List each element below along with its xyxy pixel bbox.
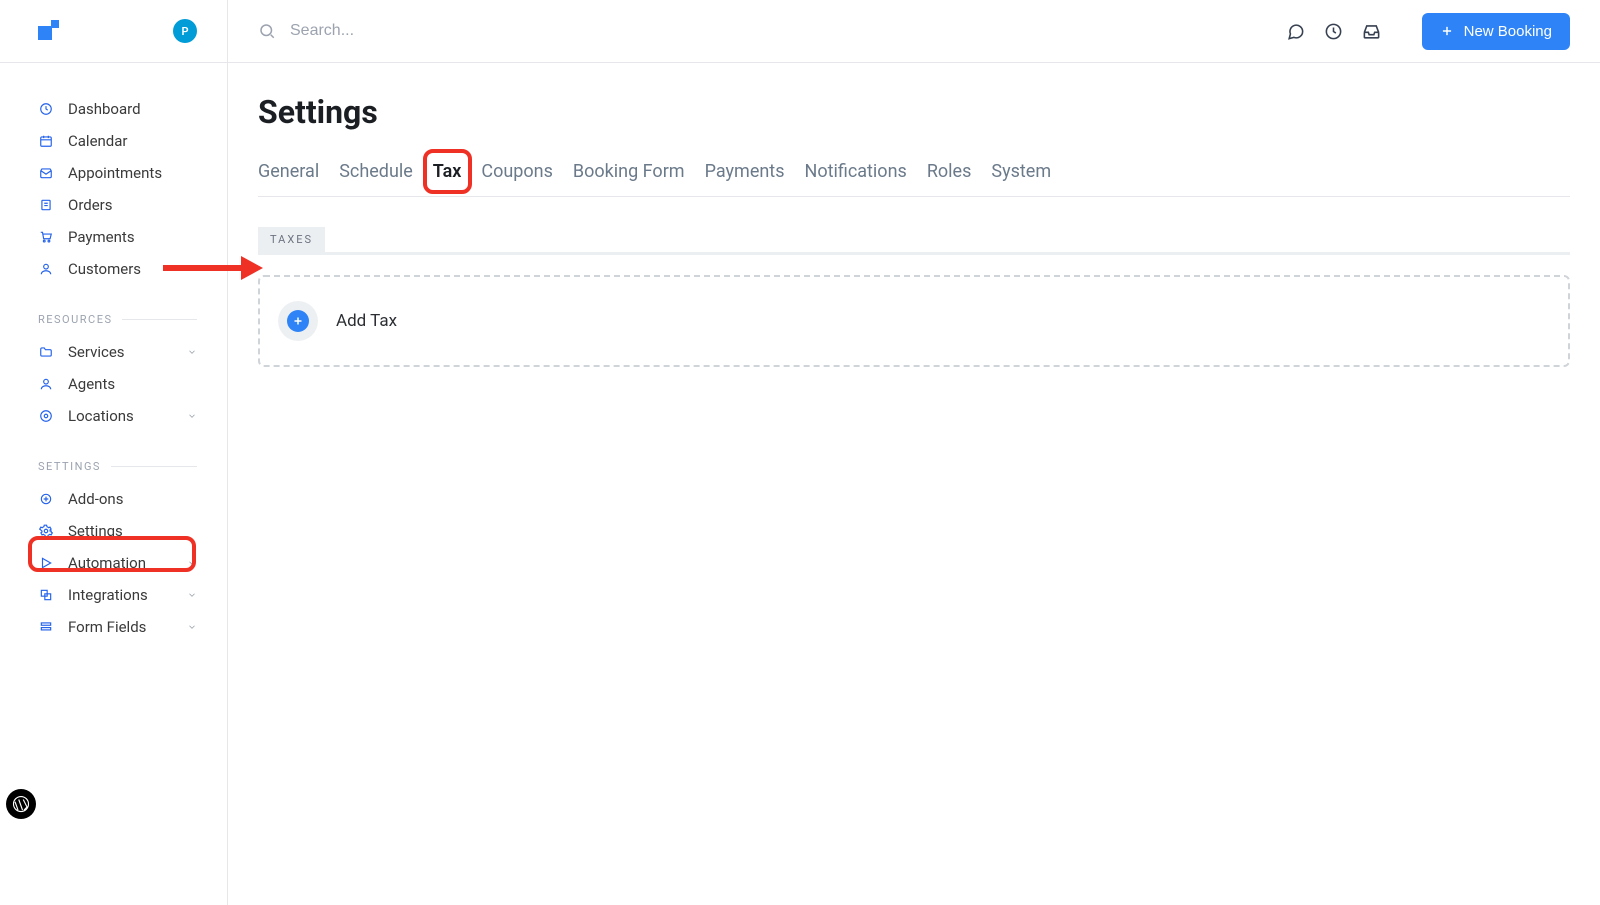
sidebar-nav: Dashboard Calendar Appointments Orders P… bbox=[0, 63, 227, 643]
section-label-taxes: TAXES bbox=[258, 227, 325, 252]
sidebar-label: Integrations bbox=[68, 586, 187, 604]
chat-icon[interactable] bbox=[1286, 21, 1306, 41]
tab-notifications[interactable]: Notifications bbox=[804, 155, 906, 196]
plus-circle-icon bbox=[278, 301, 318, 341]
topbar-icons bbox=[1286, 21, 1382, 41]
sidebar-item-settings[interactable]: Settings bbox=[0, 515, 227, 547]
sidebar-item-payments[interactable]: Payments bbox=[0, 221, 227, 253]
sidebar-group-settings: SETTINGS bbox=[0, 432, 227, 483]
add-tax-button[interactable]: Add Tax bbox=[258, 275, 1570, 367]
sidebar-label: Appointments bbox=[68, 164, 197, 182]
search-icon bbox=[258, 22, 276, 40]
customers-icon bbox=[38, 261, 54, 277]
search-wrap bbox=[258, 22, 1286, 40]
dashboard-icon bbox=[38, 101, 54, 117]
sidebar: P Dashboard Calendar Appointments Orders bbox=[0, 0, 228, 905]
sidebar-label: Settings bbox=[68, 522, 197, 540]
chevron-down-icon bbox=[187, 558, 197, 568]
plus-icon bbox=[1440, 24, 1454, 38]
sidebar-label: Payments bbox=[68, 228, 197, 246]
sidebar-label: Form Fields bbox=[68, 618, 187, 636]
tab-tax[interactable]: Tax bbox=[433, 155, 462, 196]
sidebar-item-addons[interactable]: Add-ons bbox=[0, 483, 227, 515]
settings-tabs: General Schedule Tax Coupons Booking For… bbox=[258, 155, 1570, 197]
sidebar-label: Calendar bbox=[68, 132, 197, 150]
sidebar-item-integrations[interactable]: Integrations bbox=[0, 579, 227, 611]
sidebar-group-resources: RESOURCES bbox=[0, 285, 227, 336]
tab-payments[interactable]: Payments bbox=[705, 155, 785, 196]
location-icon bbox=[38, 408, 54, 424]
sidebar-label: Add-ons bbox=[68, 490, 197, 508]
tab-booking-form[interactable]: Booking Form bbox=[573, 155, 685, 196]
sidebar-label: Orders bbox=[68, 196, 197, 214]
tab-general[interactable]: General bbox=[258, 155, 319, 196]
sidebar-label: Automation bbox=[68, 554, 187, 572]
clock-icon[interactable] bbox=[1324, 21, 1344, 41]
sidebar-item-customers[interactable]: Customers bbox=[0, 253, 227, 285]
sidebar-header: P bbox=[0, 0, 227, 63]
addons-icon bbox=[38, 491, 54, 507]
agent-icon bbox=[38, 376, 54, 392]
folder-icon bbox=[38, 344, 54, 360]
sidebar-label: Services bbox=[68, 343, 187, 361]
topbar: New Booking bbox=[228, 0, 1600, 63]
user-avatar[interactable]: P bbox=[173, 19, 197, 43]
chevron-down-icon bbox=[187, 622, 197, 632]
payments-icon bbox=[38, 229, 54, 245]
section-divider bbox=[258, 252, 1570, 255]
tab-roles[interactable]: Roles bbox=[927, 155, 972, 196]
add-tax-label: Add Tax bbox=[336, 311, 397, 331]
inbox-icon[interactable] bbox=[1362, 21, 1382, 41]
page-title: Settings bbox=[258, 93, 1570, 131]
integrations-icon bbox=[38, 587, 54, 603]
formfields-icon bbox=[38, 619, 54, 635]
sidebar-item-locations[interactable]: Locations bbox=[0, 400, 227, 432]
play-icon bbox=[38, 555, 54, 571]
sidebar-label: Locations bbox=[68, 407, 187, 425]
main: New Booking Settings General Schedule Ta… bbox=[228, 0, 1600, 905]
tab-system[interactable]: System bbox=[991, 155, 1051, 196]
content: Settings General Schedule Tax Coupons Bo… bbox=[228, 63, 1600, 367]
sidebar-item-agents[interactable]: Agents bbox=[0, 368, 227, 400]
new-booking-button[interactable]: New Booking bbox=[1422, 13, 1570, 50]
sidebar-item-calendar[interactable]: Calendar bbox=[0, 125, 227, 157]
sidebar-item-dashboard[interactable]: Dashboard bbox=[0, 93, 227, 125]
sidebar-item-automation[interactable]: Automation bbox=[0, 547, 227, 579]
sidebar-item-formfields[interactable]: Form Fields bbox=[0, 611, 227, 643]
wordpress-badge-icon[interactable] bbox=[6, 789, 36, 819]
orders-icon bbox=[38, 197, 54, 213]
new-booking-label: New Booking bbox=[1464, 23, 1552, 40]
tab-schedule[interactable]: Schedule bbox=[339, 155, 413, 196]
sidebar-item-appointments[interactable]: Appointments bbox=[0, 157, 227, 189]
tab-coupons[interactable]: Coupons bbox=[481, 155, 553, 196]
sidebar-label: Agents bbox=[68, 375, 197, 393]
sidebar-item-orders[interactable]: Orders bbox=[0, 189, 227, 221]
chevron-down-icon bbox=[187, 347, 197, 357]
gear-icon bbox=[38, 523, 54, 539]
chevron-down-icon bbox=[187, 590, 197, 600]
sidebar-label: Customers bbox=[68, 260, 197, 278]
sidebar-label: Dashboard bbox=[68, 100, 197, 118]
app-logo-icon bbox=[38, 20, 60, 42]
appointments-icon bbox=[38, 165, 54, 181]
sidebar-item-services[interactable]: Services bbox=[0, 336, 227, 368]
calendar-icon bbox=[38, 133, 54, 149]
chevron-down-icon bbox=[187, 411, 197, 421]
search-input[interactable] bbox=[290, 22, 590, 40]
